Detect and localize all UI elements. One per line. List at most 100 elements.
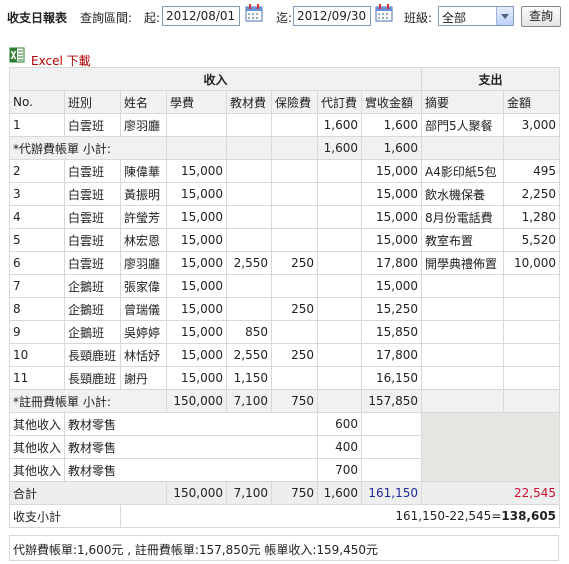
proxy-cell — [317, 343, 362, 367]
class-cell: 白雲班 — [64, 205, 121, 229]
table-row: 3 白雲班 黃振明 15,000 15,000 飲水機保養 2,250 — [9, 182, 561, 206]
desc-cell: 飲水機保養 — [421, 182, 505, 206]
proxy-cell — [317, 228, 362, 252]
col-header: 實收金額 — [360, 90, 423, 114]
proxy-cell — [317, 251, 362, 275]
calendar-icon[interactable] — [374, 3, 394, 23]
table-header-row: No. 班別 姓名 學費 教材費 保險費 代訂費 實收金額 摘要 金額 — [9, 90, 561, 114]
material-cell — [226, 205, 272, 229]
col-header: 學費 — [166, 90, 227, 114]
material-cell — [226, 136, 272, 160]
table-header-group: 收入 支出 — [8, 67, 561, 91]
balance-result: 138,605 — [501, 509, 557, 523]
balance-formula: 161,150-22,545= — [395, 509, 502, 523]
table-row: 9 企鵝班 吳婷婷 15,000 850 15,850 — [9, 320, 561, 344]
received-cell: 15,000 — [360, 159, 423, 183]
received-cell — [360, 435, 423, 459]
material-cell — [226, 159, 272, 183]
class-select[interactable]: 全部 — [438, 6, 514, 26]
proxy-cell: 1,600 — [317, 113, 362, 137]
amount-cell — [503, 389, 561, 413]
table-row: 1 白雲班 廖羽廳 1,600 1,600 部門5人聚餐 3,000 — [9, 113, 561, 137]
tuition-cell: 15,000 — [166, 297, 227, 321]
amount-cell — [503, 136, 561, 160]
desc-cell — [421, 343, 505, 367]
subtotal-label: *註冊費帳單 小計: — [9, 389, 167, 413]
class-cell: 企鵝班 — [64, 320, 121, 344]
received-cell: 15,250 — [360, 297, 423, 321]
start-date-input[interactable]: 2012/08/01 — [162, 6, 240, 26]
proxy-cell — [317, 389, 362, 413]
received-cell: 1,600 — [360, 136, 423, 160]
class-cell: 長頸鹿班 — [64, 343, 121, 367]
received-cell: 17,800 — [360, 343, 423, 367]
col-header: 教材費 — [226, 90, 272, 114]
insurance-cell — [271, 159, 318, 183]
amount-cell: 3,000 — [503, 113, 561, 137]
proxy-cell — [317, 205, 362, 229]
name-cell: 陳偉華 — [120, 159, 167, 183]
other-income-item: 教材零售 — [64, 435, 318, 459]
class-label: 班級: — [404, 11, 433, 25]
no-cell: 11 — [9, 366, 65, 390]
col-header: No. — [9, 90, 65, 114]
class-cell: 白雲班 — [64, 251, 121, 275]
balance-row: 收支小計 161,150-22,545=138,605 — [9, 504, 561, 528]
total-material: 7,100 — [226, 481, 272, 505]
name-cell: 廖羽廳 — [120, 251, 167, 275]
name-cell: 吳婷婷 — [120, 320, 167, 344]
expense-header: 支出 — [421, 67, 561, 91]
proxy-cell — [317, 182, 362, 206]
no-cell: 1 — [9, 113, 65, 137]
received-cell: 15,000 — [360, 274, 423, 298]
class-cell: 白雲班 — [64, 113, 121, 137]
desc-cell: 開學典禮佈置 — [421, 251, 505, 275]
desc-cell: A4影印紙5包 — [421, 159, 505, 183]
insurance-cell — [271, 113, 318, 137]
tuition-cell: 150,000 — [166, 389, 227, 413]
col-header: 代訂費 — [317, 90, 362, 114]
amount-cell: 1,280 — [503, 205, 561, 229]
table-row: 5 白雲班 林宏恩 15,000 15,000 教室布置 5,520 — [9, 228, 561, 252]
table-row: 11 長頸鹿班 謝丹 15,000 1,150 16,150 — [9, 366, 561, 390]
desc-cell — [421, 136, 505, 160]
col-header: 保險費 — [271, 90, 318, 114]
received-cell: 17,800 — [360, 251, 423, 275]
received-cell: 16,150 — [360, 366, 423, 390]
other-income-type: 其他收入 — [9, 412, 65, 436]
other-income-value: 600 — [317, 412, 362, 436]
proxy-cell — [317, 320, 362, 344]
material-cell: 7,100 — [226, 389, 272, 413]
received-cell: 15,850 — [360, 320, 423, 344]
dropdown-arrow-icon[interactable] — [496, 7, 513, 25]
tuition-cell: 15,000 — [166, 366, 227, 390]
material-cell — [226, 297, 272, 321]
no-cell: 4 — [9, 205, 65, 229]
query-button[interactable]: 查詢 — [521, 6, 561, 27]
proxy-cell: 1,600 — [317, 136, 362, 160]
range-label: 查詢區間: — [80, 11, 133, 25]
class-cell: 企鵝班 — [64, 297, 121, 321]
amount-cell — [503, 366, 561, 390]
end-label: 迄: — [276, 11, 293, 25]
name-cell: 林恬妤 — [120, 343, 167, 367]
insurance-cell — [271, 274, 318, 298]
tuition-cell — [166, 136, 227, 160]
tuition-cell: 15,000 — [166, 343, 227, 367]
excel-icon — [9, 47, 25, 63]
total-insurance: 750 — [271, 481, 318, 505]
subtotal-label: *代辦費帳單 小計: — [9, 136, 167, 160]
calendar-icon[interactable] — [244, 3, 264, 23]
total-label: 合計 — [9, 481, 167, 505]
name-cell: 許瑩芳 — [120, 205, 167, 229]
name-cell: 謝丹 — [120, 366, 167, 390]
insurance-cell: 750 — [271, 389, 318, 413]
income-header: 收入 — [8, 67, 423, 91]
end-date-input[interactable]: 2012/09/30 — [293, 6, 371, 26]
name-cell: 林宏恩 — [120, 228, 167, 252]
class-cell: 長頸鹿班 — [64, 366, 121, 390]
class-cell: 白雲班 — [64, 228, 121, 252]
col-header: 摘要 — [421, 90, 505, 114]
amount-cell: 10,000 — [503, 251, 561, 275]
material-cell: 850 — [226, 320, 272, 344]
